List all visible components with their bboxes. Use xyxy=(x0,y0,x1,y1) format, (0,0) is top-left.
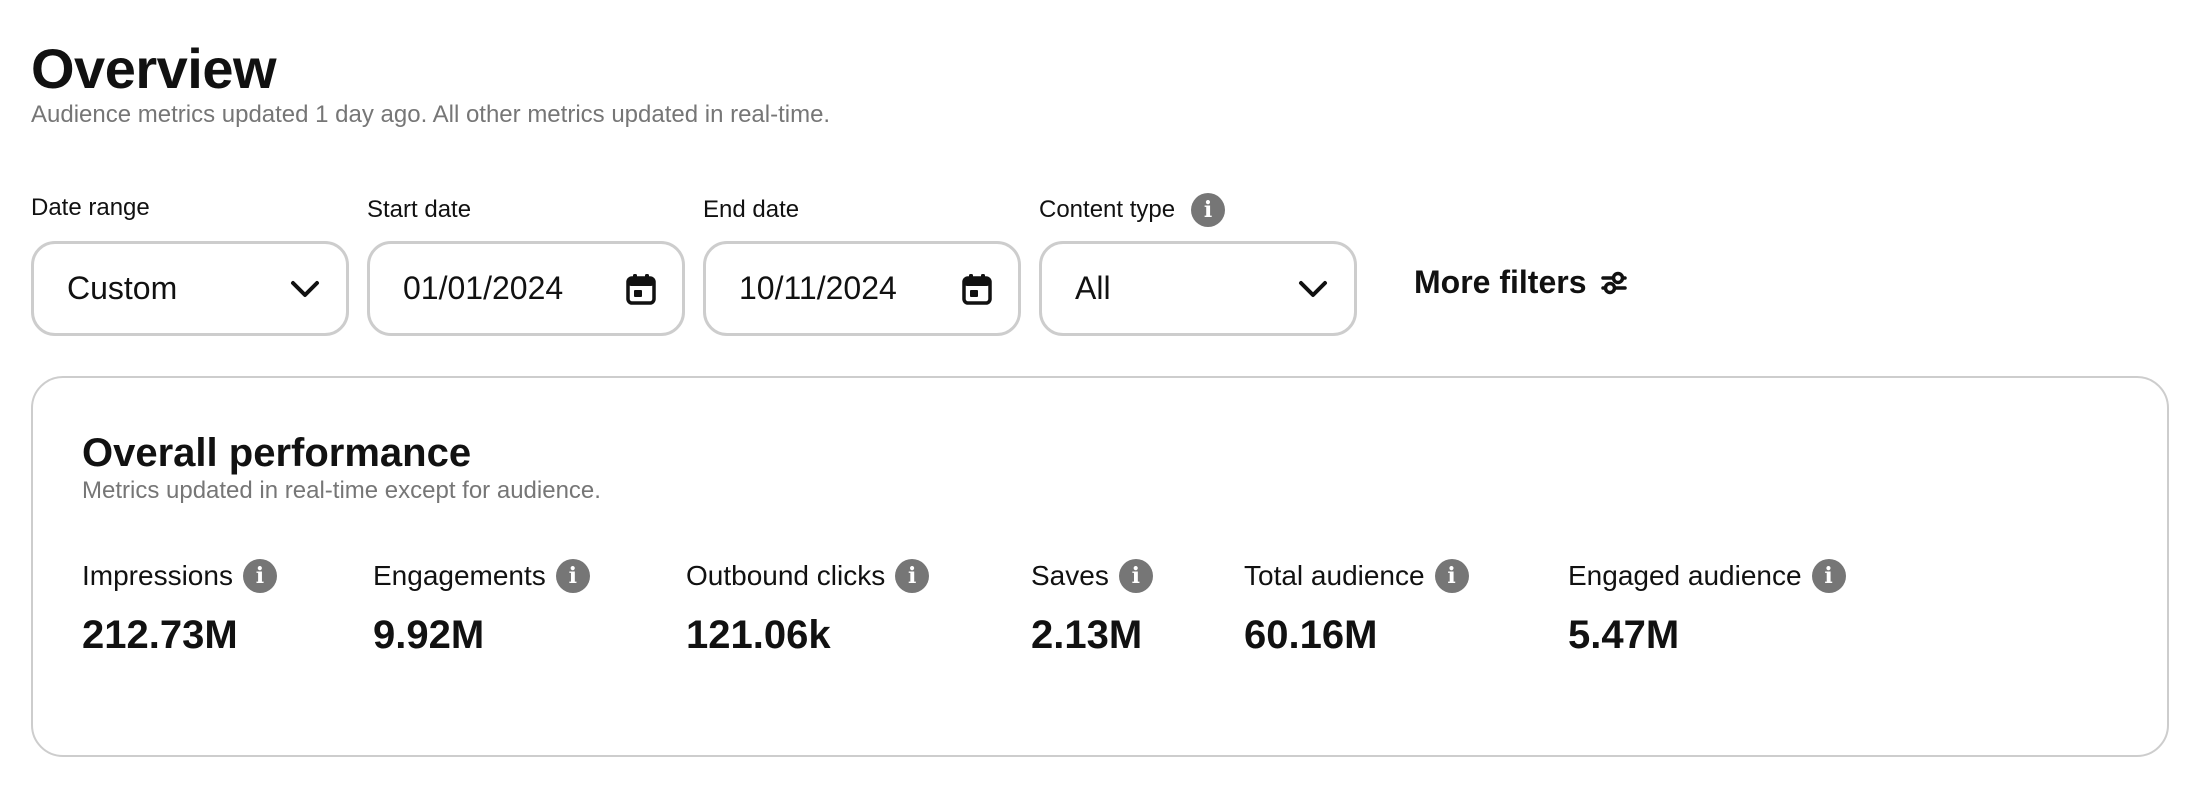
end-date-label: End date xyxy=(703,196,800,223)
metric-total-audience: Total audience i 60.16M xyxy=(1244,556,1469,660)
metric-label: Total audience xyxy=(1244,560,1425,591)
metric-value: 2.13M xyxy=(1031,613,1143,657)
start-date-label: Start date xyxy=(367,196,472,223)
metric-value: 5.47M xyxy=(1568,613,1680,657)
metric-engaged-audience: Engaged audience i 5.47M xyxy=(1568,556,1846,660)
date-range-value: Custom xyxy=(67,270,178,306)
content-type-value: All xyxy=(1075,270,1111,306)
metric-label: Outbound clicks xyxy=(686,560,886,591)
end-date-input[interactable]: 10/11/2024 xyxy=(703,241,1021,336)
metric-value: 9.92M xyxy=(373,613,485,657)
metric-value: 60.16M xyxy=(1244,613,1378,657)
info-icon[interactable]: i xyxy=(895,559,930,593)
metric-label: Impressions xyxy=(82,560,233,591)
metric-label: Engaged audience xyxy=(1568,560,1802,591)
metric-label: Engagements xyxy=(373,560,546,591)
more-filters-label: More filters xyxy=(1414,264,1587,300)
content-type-label-row: Content type i xyxy=(1039,193,1226,227)
page-title: Overview xyxy=(31,37,277,100)
sliders-icon xyxy=(1600,269,1628,297)
card-title: Overall performance xyxy=(82,431,472,475)
metric-saves: Saves i 2.13M xyxy=(1031,556,1153,660)
overall-performance-card: Overall performance Metrics updated in r… xyxy=(31,376,2169,757)
chevron-down-icon xyxy=(288,272,322,306)
chevron-down-icon xyxy=(1296,272,1330,306)
info-icon[interactable]: i xyxy=(1434,559,1469,593)
metric-impressions: Impressions i 212.73M xyxy=(82,556,277,660)
more-filters-button[interactable]: More filters xyxy=(1414,264,1628,301)
page-subtitle: Audience metrics updated 1 day ago. All … xyxy=(31,101,831,128)
info-icon[interactable]: i xyxy=(1118,559,1153,593)
end-date-value: 10/11/2024 xyxy=(739,270,897,306)
metric-value: 121.06k xyxy=(686,613,831,657)
info-icon[interactable]: i xyxy=(242,559,277,593)
content-type-select[interactable]: All xyxy=(1039,241,1357,336)
start-date-input[interactable]: 01/01/2024 xyxy=(367,241,685,336)
date-range-select[interactable]: Custom xyxy=(31,241,349,336)
metric-label: Saves xyxy=(1031,560,1109,591)
info-icon[interactable]: i xyxy=(1811,559,1846,593)
content-type-label: Content type xyxy=(1039,196,1176,223)
metric-value: 212.73M xyxy=(82,613,238,657)
metric-outbound-clicks: Outbound clicks i 121.06k xyxy=(686,556,930,660)
info-icon[interactable]: i xyxy=(1191,193,1226,227)
start-date-value: 01/01/2024 xyxy=(403,270,564,306)
date-range-label: Date range xyxy=(31,194,150,221)
info-icon[interactable]: i xyxy=(555,559,590,593)
calendar-icon[interactable] xyxy=(624,272,658,306)
calendar-icon[interactable] xyxy=(960,272,994,306)
metric-engagements: Engagements i 9.92M xyxy=(373,556,590,660)
card-subtitle: Metrics updated in real-time except for … xyxy=(82,477,601,504)
